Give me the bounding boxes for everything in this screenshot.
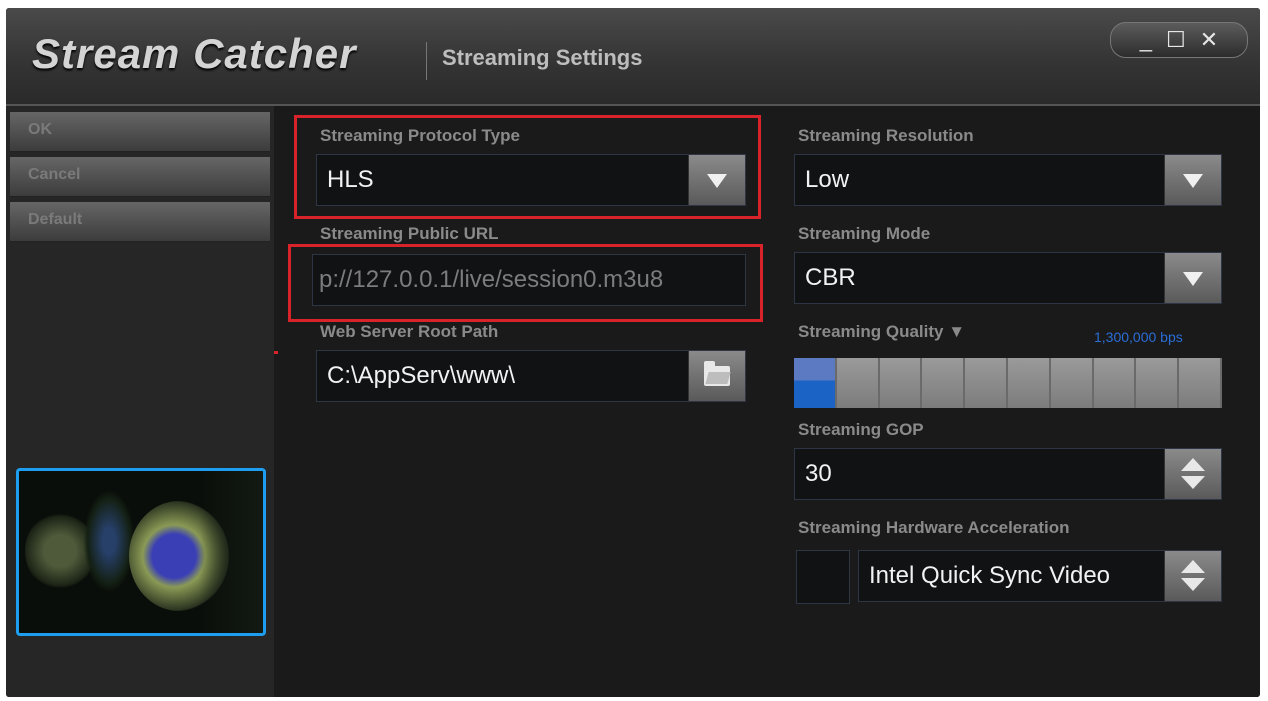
resolution-select[interactable]: Low (794, 154, 1222, 206)
arrow-down-icon (1181, 578, 1205, 591)
web-root-label: Web Server Root Path (320, 322, 499, 341)
hw-accel-value: Intel Quick Sync Video (869, 562, 1111, 589)
mode-dropdown-button[interactable] (1164, 253, 1221, 303)
quality-segment[interactable] (1136, 358, 1180, 408)
protocol-highlight (294, 115, 761, 219)
close-icon[interactable]: ✕ (1200, 29, 1218, 51)
gop-stepper[interactable]: 30 (794, 448, 1222, 500)
mode-value: CBR (805, 264, 856, 291)
quality-segment[interactable] (879, 358, 923, 408)
sidebar: OK Cancel Default (6, 106, 274, 697)
web-root-field[interactable]: C:\AppServ\www\ (316, 350, 746, 402)
quality-segment[interactable] (1093, 358, 1137, 408)
quality-segment[interactable] (922, 358, 966, 408)
default-button[interactable]: Default (10, 202, 270, 242)
title-bar: Stream Catcher Streaming Settings _ ☐ ✕ (6, 8, 1260, 106)
folder-icon (704, 361, 730, 386)
resolution-dropdown-button[interactable] (1164, 155, 1221, 205)
cancel-button[interactable]: Cancel (10, 157, 270, 197)
bitrate-readout: 1,300,000 bps (1094, 329, 1183, 345)
quality-label[interactable]: Streaming Quality ▼ (798, 322, 965, 342)
title-divider (426, 42, 427, 80)
ok-button[interactable]: OK (10, 112, 270, 152)
gop-value: 30 (805, 460, 832, 487)
quality-slider[interactable] (794, 358, 1222, 408)
hw-accel-spin-button[interactable] (1164, 551, 1221, 601)
mode-select[interactable]: CBR (794, 252, 1222, 304)
window-controls: _ ☐ ✕ (1110, 22, 1248, 58)
gop-spin-button[interactable] (1164, 449, 1221, 499)
browse-folder-button[interactable] (688, 351, 745, 401)
hw-accel-checkbox[interactable] (796, 550, 850, 604)
quality-segment[interactable] (836, 358, 880, 408)
minimize-icon[interactable]: _ (1140, 29, 1152, 51)
marker-dot (274, 351, 278, 354)
quality-segment[interactable] (794, 358, 837, 408)
settings-panel: Streaming Protocol Type HLS Streaming Pu… (274, 106, 1260, 697)
quality-segment[interactable] (1050, 358, 1094, 408)
mode-label: Streaming Mode (798, 224, 931, 243)
resolution-value: Low (805, 166, 850, 193)
quality-segment[interactable] (965, 358, 1008, 408)
arrow-up-icon (1181, 560, 1205, 573)
arrow-down-icon (1181, 476, 1205, 489)
video-preview (16, 468, 266, 636)
quality-segment[interactable] (1179, 358, 1222, 408)
resolution-label: Streaming Resolution (798, 126, 974, 145)
arrow-up-icon (1181, 458, 1205, 471)
chevron-down-icon (1183, 174, 1203, 188)
hw-accel-select[interactable]: Intel Quick Sync Video (858, 550, 1222, 602)
maximize-icon[interactable]: ☐ (1166, 29, 1186, 51)
stream-catcher-window: Stream Catcher Streaming Settings _ ☐ ✕ … (6, 8, 1260, 697)
web-root-value: C:\AppServ\www\ (327, 362, 516, 389)
public-url-label: Streaming Public URL (320, 224, 499, 243)
app-title: Stream Catcher (32, 30, 357, 77)
hw-accel-label: Streaming Hardware Acceleration (798, 518, 1070, 537)
section-title: Streaming Settings (442, 45, 643, 70)
quality-segment[interactable] (1007, 358, 1051, 408)
chevron-down-icon (1183, 272, 1203, 286)
gop-label: Streaming GOP (798, 420, 924, 439)
public-url-highlight (288, 244, 763, 322)
